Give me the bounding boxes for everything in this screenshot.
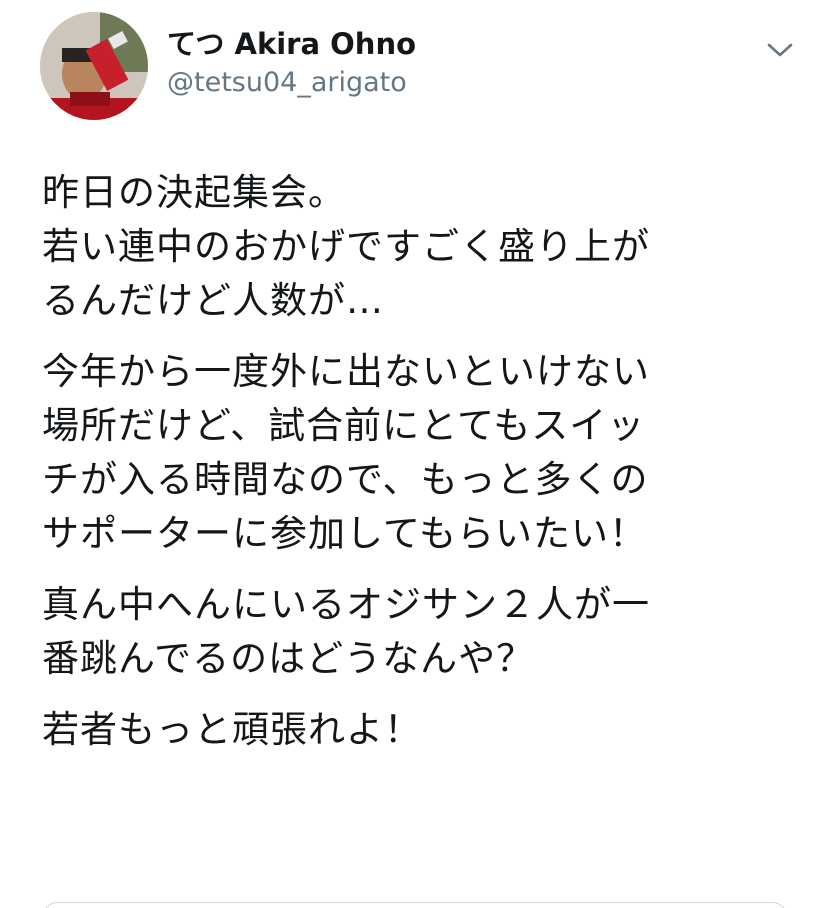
tweet-line: 真ん中へんにいるオジサン２人が一 xyxy=(42,583,650,626)
author-handle[interactable]: @tetsu04_arigato xyxy=(167,66,416,100)
tweet-text: 昨日の決起集会。 若い連中のおかげですごく盛り上が るんだけど人数が… 今年から… xyxy=(42,166,812,774)
user-avatar-icon xyxy=(40,12,148,120)
tweet-line: サポーターに参加してもらいたい！ xyxy=(42,512,648,555)
tweet-paragraph: 昨日の決起集会。 若い連中のおかげですごく盛り上が るんだけど人数が… xyxy=(42,166,812,328)
tweet-paragraph: 若者もっと頑張れよ！ xyxy=(42,703,812,757)
media-card-edge[interactable] xyxy=(42,902,788,908)
tweet-paragraph: 今年から一度外に出ないといけない 場所だけど、試合前にとてもスイッ チが入る時間… xyxy=(42,345,812,561)
tweet-menu-button[interactable] xyxy=(762,32,798,68)
tweet-line: 若い連中のおかげですごく盛り上が xyxy=(42,225,650,268)
author-display-name[interactable]: てつ Akira Ohno xyxy=(167,26,416,62)
chevron-down-icon xyxy=(767,43,793,57)
tweet-paragraph: 真ん中へんにいるオジサン２人が一 番跳んでるのはどうなんや？ xyxy=(42,578,812,686)
tweet-line: 昨日の決起集会。 xyxy=(42,171,346,214)
avatar[interactable] xyxy=(40,12,148,120)
tweet-line: 場所だけど、試合前にとてもスイッ xyxy=(42,404,646,447)
tweet-line: 番跳んでるのはどうなんや？ xyxy=(42,637,535,680)
tweet-line: 今年から一度外に出ないといけない xyxy=(42,350,650,393)
tweet-line: 若者もっと頑張れよ！ xyxy=(42,708,422,751)
tweet-line: チが入る時間なので、もっと多くの xyxy=(42,458,649,501)
author-block: てつ Akira Ohno @tetsu04_arigato xyxy=(167,26,416,100)
tweet-card: てつ Akira Ohno @tetsu04_arigato 昨日の決起集会。 … xyxy=(0,0,828,908)
tweet-line: るんだけど人数が… xyxy=(42,279,384,322)
